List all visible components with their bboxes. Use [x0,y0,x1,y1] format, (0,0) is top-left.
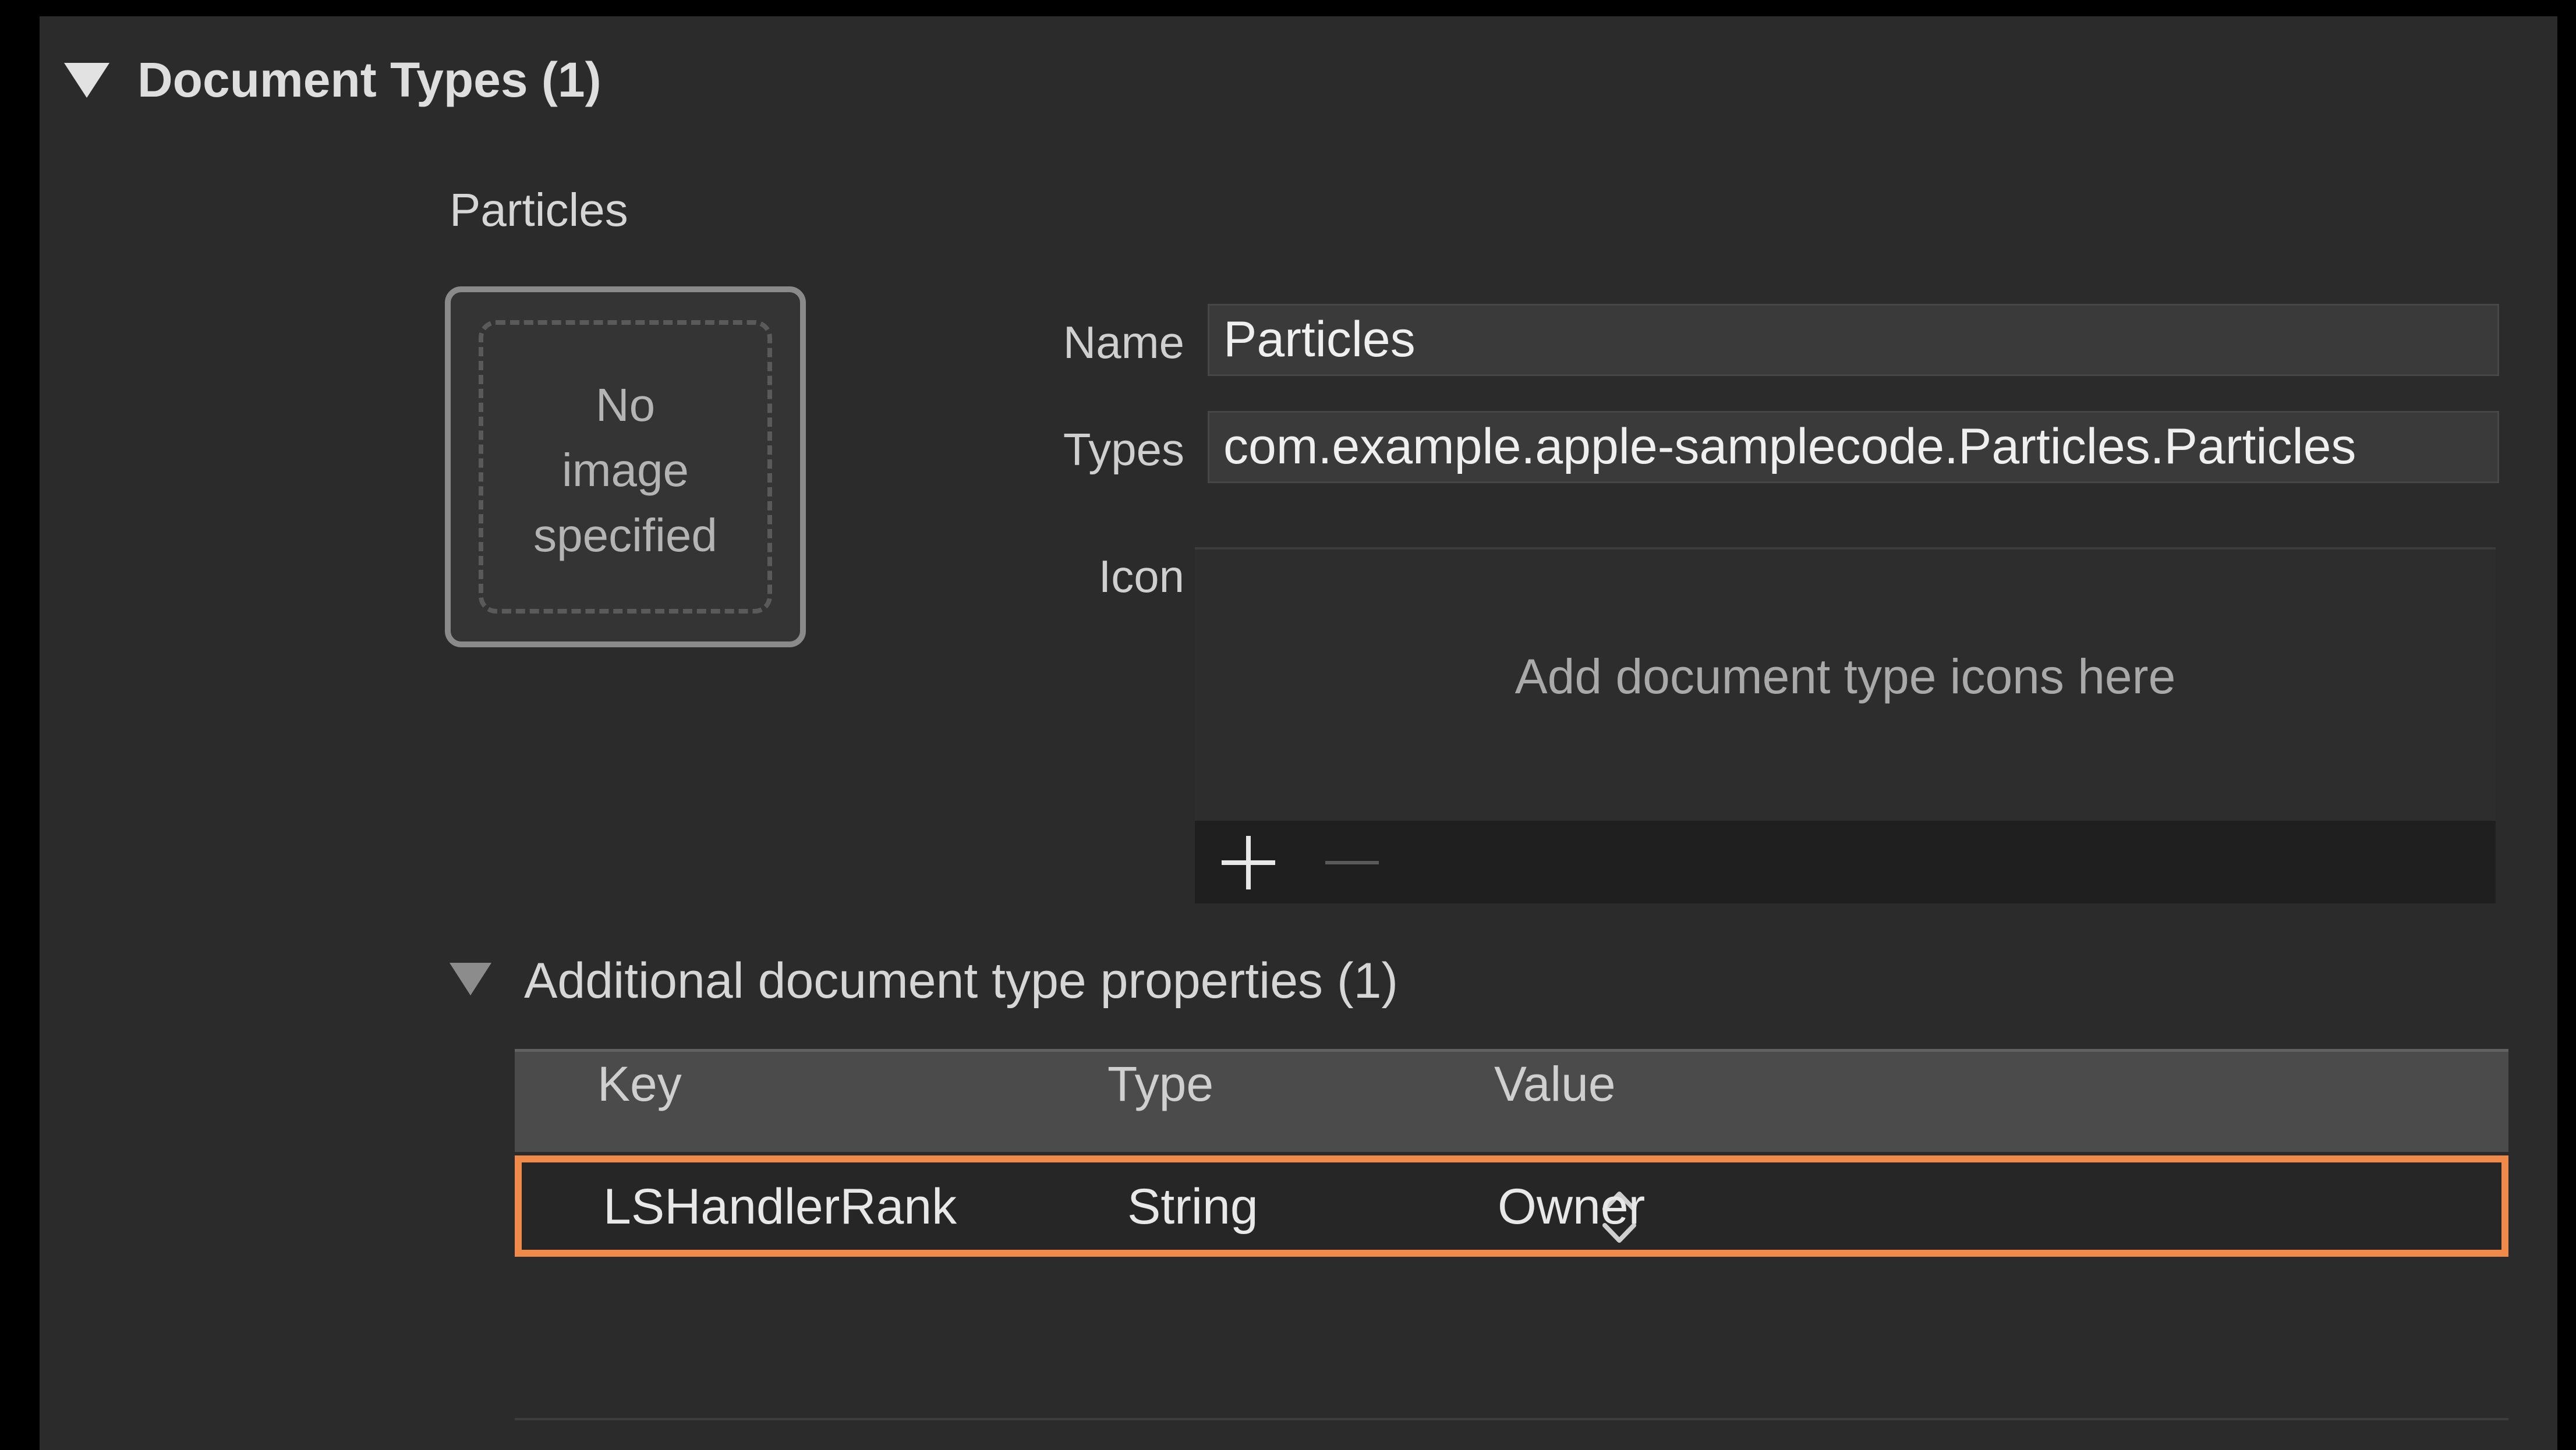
additional-properties-title: Additional document type properties (1) [524,953,1399,1009]
row-type[interactable]: String [1127,1162,1258,1251]
types-field[interactable]: com.example.apple-samplecode.Particles.P… [1208,411,2499,483]
table-row[interactable]: LSHandlerRank String Owner [515,1155,2508,1257]
icon-drop-hint: Add document type icons here [1515,649,2176,704]
disclosure-triangle-icon[interactable] [64,63,109,98]
icon-label: Icon [1098,551,1184,602]
document-image-well[interactable]: No image specified [445,286,806,647]
disclosure-triangle-icon[interactable] [450,963,491,995]
icon-drop-area[interactable]: Add document type icons here [1195,547,2496,821]
row-value[interactable]: Owner [1498,1162,1645,1251]
icon-toolbar [1195,821,2496,903]
minus-icon [1325,861,1379,864]
image-placeholder-text: No image specified [533,379,717,561]
plus-icon[interactable] [1222,836,1275,889]
properties-table: Key Type Value LSHandlerRank String Owne… [515,1049,2508,1257]
column-header-value[interactable]: Value [1494,1052,1616,1116]
divider [515,1418,2508,1420]
column-header-type[interactable]: Type [1107,1052,1213,1116]
column-header-key[interactable]: Key [597,1052,682,1116]
row-key[interactable]: LSHandlerRank [603,1162,957,1251]
types-label: Types [1063,424,1184,475]
name-field[interactable]: Particles [1208,304,2499,376]
document-type-heading: Particles [450,184,628,236]
name-label: Name [1063,317,1184,368]
section-title: Document Types (1) [137,52,601,107]
table-header: Key Type Value [515,1049,2508,1152]
